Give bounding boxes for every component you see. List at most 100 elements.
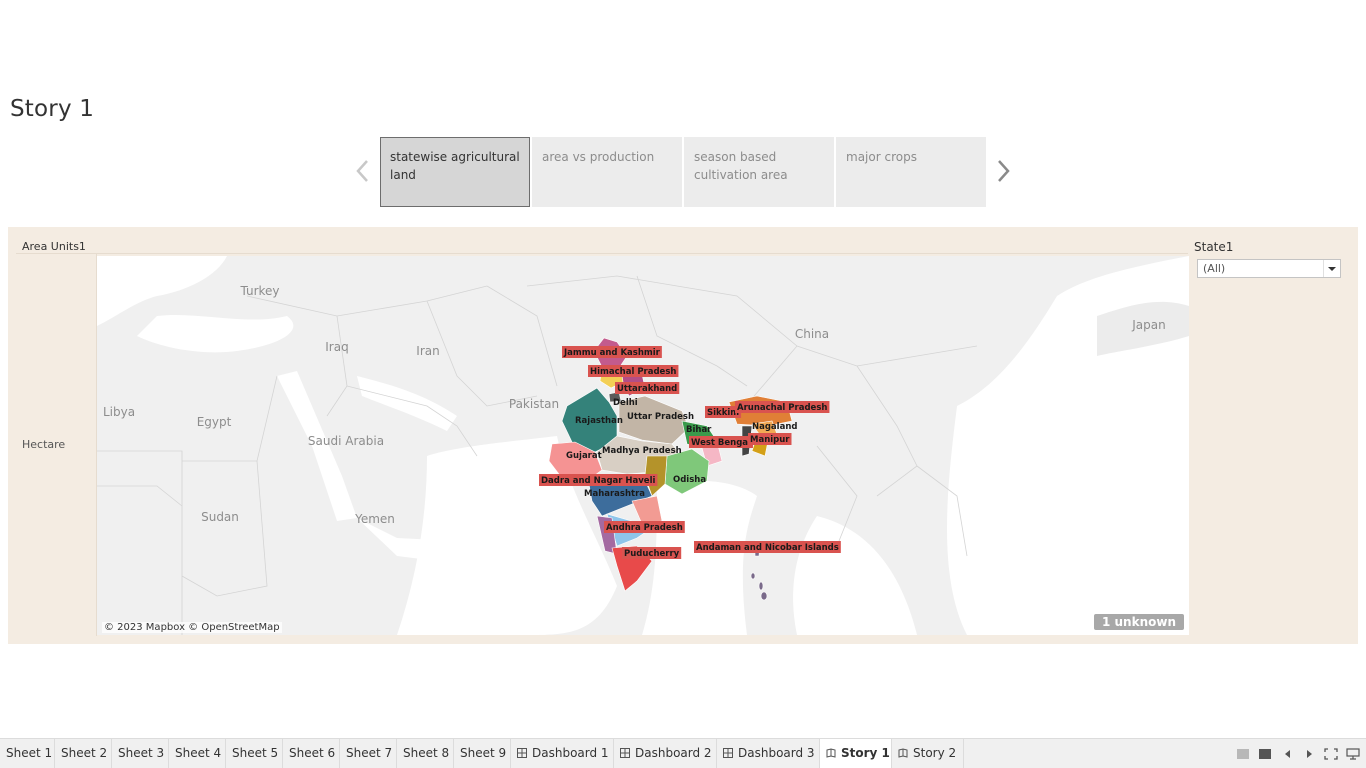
svg-text:Arunachal Pradesh: Arunachal Pradesh [737,403,827,413]
tab-label: Dashboard 3 [738,746,815,760]
india-map[interactable]: Turkey Iraq Iran Libya Egypt Saudi Arabia Suda… [97,256,1189,635]
state-label-madhya-pradesh[interactable]: Madhya Pradesh [602,446,682,456]
country-label-iran: Iran [416,344,439,358]
header-divider [16,253,1188,254]
tab-dashboard-1[interactable]: Dashboard 1 [511,739,614,768]
svg-text:Delhi: Delhi [613,398,638,408]
state-label-uttarakhand[interactable]: Uttarakhand [615,382,680,394]
svg-text:West Bengal: West Bengal [691,438,751,448]
svg-text:Nagaland: Nagaland [752,422,797,432]
show-filmstrip-icon[interactable] [1258,748,1272,760]
previous-sheet-icon[interactable] [1281,748,1295,760]
chevron-right-icon [998,160,1010,182]
country-label-iraq: Iraq [325,340,348,354]
show-sheet-sorter-icon[interactable] [1236,748,1250,760]
state-filter-value: (All) [1203,262,1226,275]
state-label-west-bengal[interactable]: West Bengal [689,436,753,448]
tab-sheet-6[interactable]: Sheet 6 [283,739,340,768]
country-label-sudan: Sudan [201,510,239,524]
svg-text:Maharashtra: Maharashtra [584,489,645,499]
state-label-puducherry[interactable]: Puducherry [622,547,682,559]
svg-text:Sikkim: Sikkim [707,408,739,418]
next-story-point-button[interactable] [990,155,1016,187]
tab-dashboard-3[interactable]: Dashboard 3 [717,739,820,768]
tab-sheet-9[interactable]: Sheet 9 [454,739,511,768]
state-label-dadra-and-nagar-haveli[interactable]: Dadra and Nagar Haveli [539,474,658,486]
tab-label: Story 1 [841,746,890,760]
tab-sheet-8[interactable]: Sheet 8 [397,739,454,768]
state-filter-dropdown[interactable]: (All) [1197,259,1341,278]
svg-text:Jammu and Kashmir: Jammu and Kashmir [563,348,661,358]
state-label-rajasthan[interactable]: Rajasthan [575,416,623,426]
country-label-pakistan: Pakistan [509,397,559,411]
state-label-maharashtra[interactable]: Maharashtra [584,489,645,499]
state-label-manipur[interactable]: Manipur [748,433,792,445]
previous-story-point-button[interactable] [350,155,376,187]
dashboard-icon [517,748,527,758]
state-label-odisha[interactable]: Odisha [673,475,706,485]
presentation-mode-icon[interactable] [1324,748,1338,760]
state-label-nagaland[interactable]: Nagaland [752,422,797,432]
tab-label: Sheet 5 [232,746,279,760]
svg-text:Bihar: Bihar [686,425,712,435]
tab-sheet-5[interactable]: Sheet 5 [226,739,283,768]
tab-story-1[interactable]: Story 1 [820,739,892,768]
svg-text:Odisha: Odisha [673,475,706,485]
next-sheet-icon[interactable] [1302,748,1316,760]
unknown-count-badge[interactable]: 1 unknown [1093,614,1184,630]
state-label-himachal-pradesh[interactable]: Himachal Pradesh [588,365,679,377]
story-point-major-crops[interactable]: major crops [836,137,986,207]
country-label-egypt: Egypt [197,415,232,429]
tab-label: Sheet 9 [460,746,507,760]
state-label-delhi[interactable]: Delhi [613,398,638,408]
dashboard-icon [723,748,733,758]
state-label-andhra-pradesh[interactable]: Andhra Pradesh [604,521,685,533]
state-label-uttar-pradesh[interactable]: Uttar Pradesh [627,412,694,422]
tab-sheet-4[interactable]: Sheet 4 [169,739,226,768]
tab-label: Sheet 6 [289,746,336,760]
device-preview-icon[interactable] [1346,748,1360,760]
chevron-left-icon [356,160,368,182]
state-label-jammu-and-kashmir[interactable]: Jammu and Kashmir [562,346,662,358]
country-label-japan: Japan [1131,318,1165,332]
sheet-tab-bar: Sheet 1 Sheet 2 Sheet 3 Sheet 4 Sheet 5 Sheet… [0,738,1366,768]
state-label-bihar[interactable]: Bihar [686,425,712,435]
svg-text:Andaman and Nicobar Islands: Andaman and Nicobar Islands [696,543,839,553]
svg-text:Gujarat: Gujarat [566,451,602,461]
chevron-down-icon[interactable] [1323,260,1340,277]
tab-label: Sheet 7 [346,746,393,760]
story-point-statewise-agricultural-land[interactable]: statewise agricultural land [380,137,530,207]
country-label-libya: Libya [103,405,135,419]
tab-label: Dashboard 1 [532,746,609,760]
state-label-gujarat[interactable]: Gujarat [566,451,602,461]
story-point-area-vs-production[interactable]: area vs production [532,137,682,207]
tab-label: Story 2 [913,746,957,760]
state-filter-title: State1 [1194,240,1234,254]
svg-text:Madhya Pradesh: Madhya Pradesh [602,446,682,456]
tab-sheet-1[interactable]: Sheet 1 [0,739,55,768]
tab-sheet-7[interactable]: Sheet 7 [340,739,397,768]
dashboard-panel: Area Units1 Hectare Turkey Iraq Iran Lib… [8,227,1358,644]
tab-sheet-3[interactable]: Sheet 3 [112,739,169,768]
tab-story-2[interactable]: Story 2 [892,739,964,768]
tab-label: Sheet 8 [403,746,450,760]
tab-label: Sheet 2 [61,746,108,760]
svg-text:Dadra and Nagar Haveli: Dadra and Nagar Haveli [541,476,655,486]
state-label-andaman-and-nicobar-islands[interactable]: Andaman and Nicobar Islands [694,541,841,553]
svg-text:Rajasthan: Rajasthan [575,416,623,426]
country-label-turkey: Turkey [239,284,279,298]
tab-dashboard-2[interactable]: Dashboard 2 [614,739,717,768]
story-icon [826,748,836,758]
story-point-season-based-cultivation-area[interactable]: season based cultivation area [684,137,834,207]
story-title: Story 1 [10,96,95,122]
tab-sheet-2[interactable]: Sheet 2 [55,739,112,768]
story-navigator: statewise agricultural land area vs prod… [0,137,1366,207]
svg-text:Uttar Pradesh: Uttar Pradesh [627,412,694,422]
dashboard-icon [620,748,630,758]
country-label-yemen: Yemen [354,512,395,526]
state-label-arunachal-pradesh[interactable]: Arunachal Pradesh [735,401,830,413]
map-attribution[interactable]: © 2023 Mapbox © OpenStreetMap [102,622,282,633]
map-canvas: Turkey Iraq Iran Libya Egypt Saudi Arabia Suda… [97,256,1189,635]
tab-label: Sheet 3 [118,746,165,760]
story-icon [898,748,908,758]
